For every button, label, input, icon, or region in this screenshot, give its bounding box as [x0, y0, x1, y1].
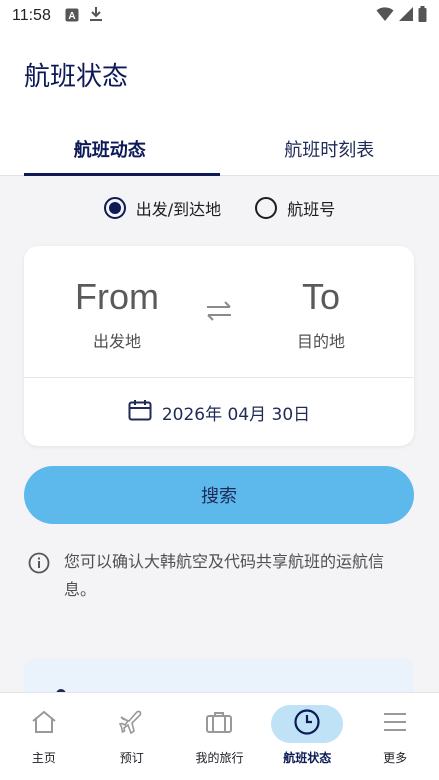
status-time: 11:58	[12, 7, 51, 24]
radio-unselected-icon	[255, 197, 278, 219]
date-value: 2026年 04月 30日	[161, 404, 311, 425]
route-section: From 出发地 To 目的地	[24, 246, 414, 378]
nav-label: 预订	[119, 751, 144, 765]
header: 航班状态 航班动态 航班时刻表	[0, 32, 439, 176]
destination-code: To	[301, 276, 341, 317]
info-notice: 您可以确认大韩航空及代码共享航班的运航信息。	[28, 548, 412, 604]
battery-icon	[418, 6, 427, 26]
info-icon	[28, 552, 50, 604]
radio-departure-arrival[interactable]: 出发/到达地	[103, 196, 222, 220]
tab-bar: 航班动态 航班时刻表	[0, 122, 439, 176]
origin-label: 出发地	[92, 332, 141, 351]
search-button[interactable]: 搜索	[24, 466, 414, 524]
nav-booking[interactable]: 预订	[88, 693, 176, 780]
nav-home[interactable]: 主页	[0, 693, 88, 780]
radio-label: 出发/到达地	[135, 200, 222, 219]
menu-icon	[382, 711, 408, 737]
destination-selector[interactable]: To 目的地	[246, 276, 396, 352]
radio-label: 航班号	[287, 200, 336, 219]
clock-icon	[293, 708, 321, 740]
nav-label: 航班状态	[283, 751, 332, 765]
nav-flight-status[interactable]: 航班状态	[263, 693, 351, 780]
tab-flight-status[interactable]: 航班动态	[0, 122, 220, 176]
origin-code: From	[75, 276, 159, 317]
tab-flight-schedule[interactable]: 航班时刻表	[220, 122, 439, 175]
luggage-icon	[205, 710, 233, 738]
page-title: 航班状态	[24, 62, 129, 92]
tab-label: 航班动态	[73, 139, 146, 161]
search-type-selector: 出发/到达地 航班号	[0, 196, 439, 220]
swap-icon	[204, 299, 234, 327]
bottom-navigation: 主页 预订 我的旅行 航班状态 更多	[0, 692, 439, 780]
radio-flight-number[interactable]: 航班号	[255, 196, 335, 220]
destination-label: 目的地	[296, 332, 345, 351]
date-selector[interactable]: 2026年 04月 30日	[24, 378, 414, 446]
swap-route-button[interactable]	[202, 298, 236, 328]
home-icon	[31, 710, 57, 738]
nav-label: 主页	[31, 751, 56, 765]
wifi-icon	[376, 6, 394, 26]
nav-more[interactable]: 更多	[351, 693, 439, 780]
nav-my-trips[interactable]: 我的旅行	[176, 693, 264, 780]
calendar-icon	[128, 399, 152, 425]
route-card: From 出发地 To 目的地 2026年 04月 30日	[24, 246, 414, 446]
nav-label: 我的旅行	[195, 751, 244, 765]
tab-label: 航班时刻表	[284, 139, 375, 161]
plane-icon	[118, 709, 146, 739]
font-notification-icon: A	[65, 7, 79, 26]
status-bar: 11:58 A	[0, 0, 439, 32]
signal-icon	[398, 6, 414, 26]
info-text: 您可以确认大韩航空及代码共享航班的运航信息。	[64, 552, 385, 599]
origin-selector[interactable]: From 出发地	[42, 276, 192, 352]
radio-selected-icon	[103, 197, 126, 219]
svg-text:A: A	[68, 11, 75, 22]
download-icon	[89, 6, 103, 26]
nav-label: 更多	[383, 751, 408, 765]
